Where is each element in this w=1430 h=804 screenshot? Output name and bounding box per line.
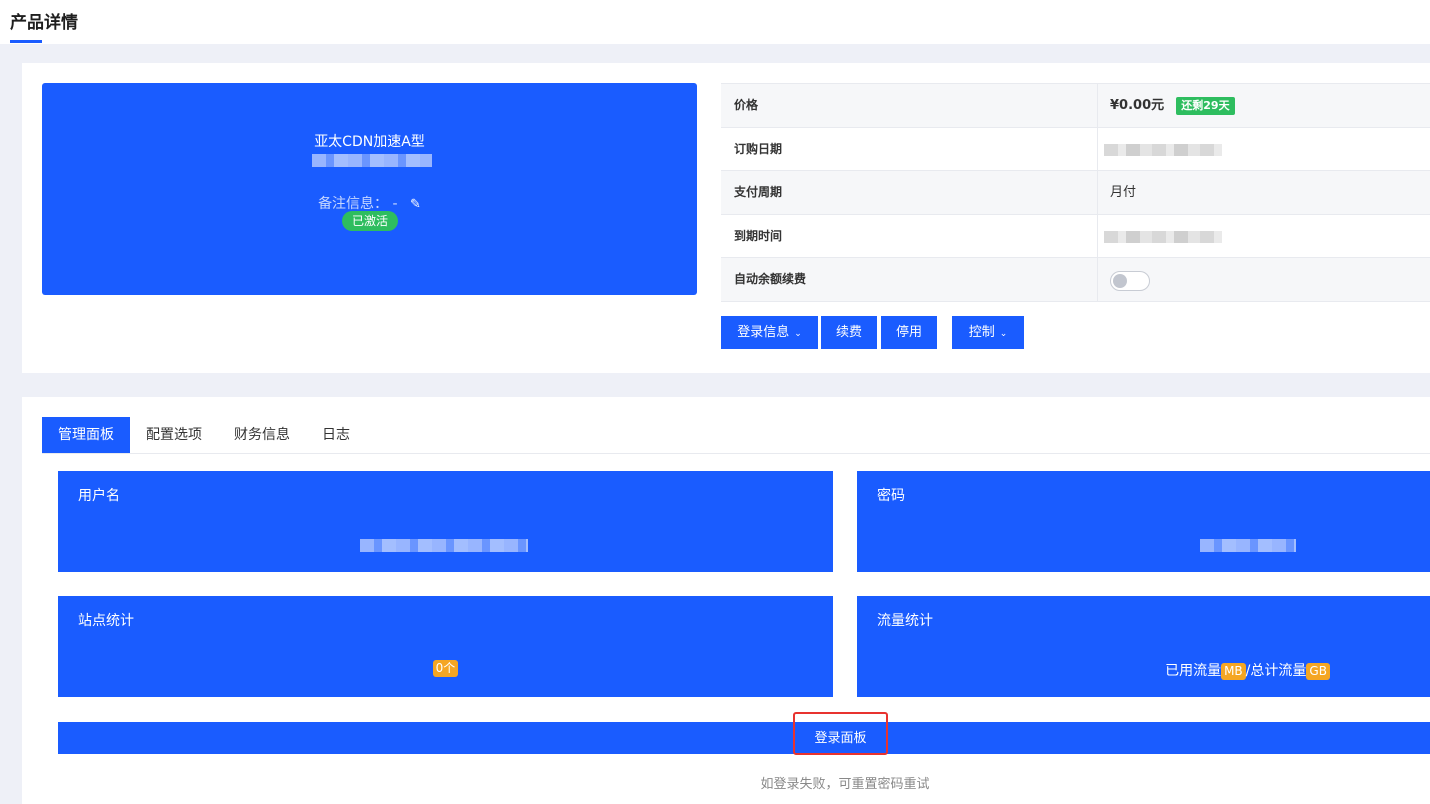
info-row-price: 价格 ¥0.00元 还剩29天 <box>721 84 1430 128</box>
info-row-expiry: 到期时间 <box>721 214 1430 258</box>
used-unit-badge: MB <box>1221 662 1246 680</box>
login-hint: 如登录失败，可重置密码重试 <box>760 777 930 792</box>
info-key: 支付周期 <box>721 171 1098 214</box>
price-value: ¥0.00元 <box>1110 98 1165 113</box>
tab-panel[interactable]: 管理面板 <box>42 417 130 453</box>
product-name: 亚太CDN加速A型 <box>314 134 425 150</box>
renew-label: 续费 <box>835 325 862 340</box>
tab-divider <box>42 453 1430 454</box>
total-unit-badge: GB <box>1306 662 1330 680</box>
control-button[interactable]: 控制 ⌄ <box>952 316 1024 349</box>
days-left-badge: 还剩29天 <box>1176 96 1235 115</box>
toggle-knob <box>1113 274 1127 288</box>
control-label: 控制 <box>968 325 995 340</box>
info-value <box>1098 128 1430 171</box>
traffic-usage: 已用流量 MB/总计流量 GB <box>961 660 1430 680</box>
renew-button[interactable]: 续费 <box>821 316 877 349</box>
password-redacted <box>1200 539 1296 552</box>
remark: 备注信息： - ✎ <box>42 193 697 213</box>
info-value <box>1098 215 1430 258</box>
password-panel: 密码 <box>857 471 1430 572</box>
info-value <box>1098 258 1430 301</box>
info-row-order-date: 订购日期 <box>721 127 1430 171</box>
login-panel-button[interactable]: 登录面板 <box>793 712 888 755</box>
tab-log[interactable]: 日志 <box>306 417 366 453</box>
info-value: ¥0.00元 还剩29天 <box>1098 84 1430 127</box>
product-card: 亚太CDN加速A型 备注信息： - ✎ 已激活 <box>42 83 697 295</box>
page-title: 产品详情 <box>10 13 78 33</box>
traffic-stats-panel: 流量统计 已用流量 MB/总计流量 GB <box>857 596 1430 697</box>
chevron-down-icon: ⌄ <box>999 329 1008 339</box>
product-id-redacted <box>312 154 432 167</box>
info-key: 到期时间 <box>721 214 1098 257</box>
username-title: 用户名 <box>78 488 120 504</box>
site-count: 0个 <box>58 660 833 677</box>
login-info-label: 登录信息 <box>737 325 790 340</box>
info-key: 价格 <box>721 84 1098 127</box>
tab-finance[interactable]: 财务信息 <box>218 417 306 453</box>
disable-button[interactable]: 停用 <box>881 316 937 349</box>
title-underline <box>10 40 42 43</box>
site-stats-panel: 站点统计 0个 <box>58 596 833 697</box>
billing-cycle-value: 月付 <box>1110 185 1137 200</box>
pencil-icon[interactable]: ✎ <box>410 197 421 212</box>
username-redacted <box>360 539 528 552</box>
site-stats-title: 站点统计 <box>78 613 134 629</box>
info-key: 订购日期 <box>721 127 1098 170</box>
page-header: 产品详情 <box>0 0 1430 44</box>
tab-config[interactable]: 配置选项 <box>130 417 218 453</box>
login-panel-bar[interactable] <box>58 722 1430 754</box>
chevron-down-icon: ⌄ <box>794 329 802 339</box>
auto-renew-toggle[interactable] <box>1110 271 1150 291</box>
username-panel: 用户名 <box>58 471 833 572</box>
info-key: 自动余额续费 <box>721 258 1098 301</box>
traffic-stats-title: 流量统计 <box>877 613 933 629</box>
login-info-button[interactable]: 登录信息 ⌄ <box>721 316 818 349</box>
site-count-badge: 0个 <box>432 660 459 677</box>
total-traffic-label: /总计流量 <box>1245 663 1307 679</box>
tab-bar: 管理面板 配置选项 财务信息 日志 <box>42 417 366 453</box>
info-row-billing-cycle: 支付周期 月付 <box>721 171 1430 215</box>
remark-value: - <box>392 196 398 212</box>
status-badge: 已激活 <box>342 211 398 231</box>
order-date-redacted <box>1104 143 1222 156</box>
password-title: 密码 <box>877 488 905 504</box>
disable-label: 停用 <box>895 325 922 340</box>
used-traffic-label: 已用流量 <box>1165 663 1222 679</box>
remark-label: 备注信息： <box>318 196 389 212</box>
info-row-auto-renew: 自动余额续费 <box>721 258 1430 302</box>
info-table: 价格 ¥0.00元 还剩29天 订购日期 支付周期 月付 到期时间 自动余额续费 <box>721 83 1430 302</box>
expiry-date-redacted <box>1104 230 1222 243</box>
